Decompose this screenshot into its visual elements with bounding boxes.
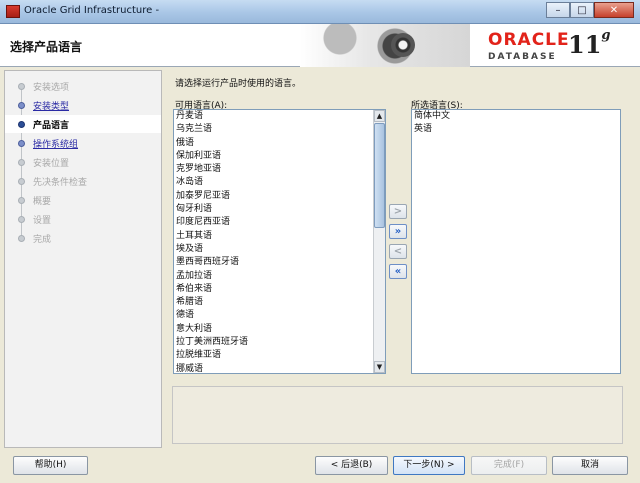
list-item[interactable]: 简体中文 xyxy=(412,110,620,123)
window-controls: – □ ✕ xyxy=(546,2,634,18)
list-item[interactable]: 乌克兰语 xyxy=(174,123,385,136)
step-finish: 完成 xyxy=(5,229,161,247)
step-node-icon xyxy=(18,82,25,90)
list-item[interactable]: 拉脱维亚语 xyxy=(174,349,385,362)
list-item[interactable]: 加泰罗尼亚语 xyxy=(174,190,385,203)
list-item[interactable]: 德语 xyxy=(174,309,385,322)
step-node-icon xyxy=(18,139,25,147)
main-content: 请选择运行产品时使用的语言。 可用语言(A): 所选语言(S): 丹麦语 乌克兰… xyxy=(165,70,636,448)
step-label[interactable]: 操作系统组 xyxy=(33,137,78,150)
step-node-icon xyxy=(18,215,25,223)
step-label[interactable]: 安装类型 xyxy=(33,99,69,112)
version-suffix: g xyxy=(601,28,611,43)
description-panel xyxy=(172,386,623,444)
step-os-groups[interactable]: 操作系统组 xyxy=(5,134,161,152)
oracle-app-icon xyxy=(6,5,20,18)
step-node-icon xyxy=(18,158,25,166)
cancel-button[interactable]: 取消 xyxy=(552,456,628,475)
back-button[interactable]: < 后退(B) xyxy=(315,456,388,475)
list-item[interactable]: 英语 xyxy=(412,123,620,136)
list-item[interactable]: 保加利亚语 xyxy=(174,150,385,163)
minimize-button[interactable]: – xyxy=(546,2,570,18)
list-item[interactable]: 俄语 xyxy=(174,137,385,150)
step-setup: 设置 xyxy=(5,210,161,228)
step-label: 产品语言 xyxy=(33,120,70,131)
available-languages-list[interactable]: 丹麦语 乌克兰语 俄语 保加利亚语 克罗地亚语 冰岛语 加泰罗尼亚语 匈牙利语 … xyxy=(173,109,386,374)
gears-graphic xyxy=(300,24,470,67)
scroll-down-icon[interactable]: ▼ xyxy=(374,361,385,373)
list-item[interactable]: 冰岛语 xyxy=(174,176,385,189)
step-prerequisite-checks: 先决条件检查 xyxy=(5,172,161,190)
step-label: 完成 xyxy=(33,234,52,245)
step-install-type[interactable]: 安装类型 xyxy=(5,96,161,114)
list-item[interactable]: 希腊语 xyxy=(174,296,385,309)
add-all-languages-button[interactable]: » xyxy=(389,224,407,239)
vertical-scrollbar[interactable]: ▲ ▼ xyxy=(373,110,385,373)
next-button[interactable]: 下一步(N) > xyxy=(393,456,465,475)
step-install-location: 安装位置 xyxy=(5,153,161,171)
step-label: 设置 xyxy=(33,215,52,226)
remove-language-button[interactable]: < xyxy=(389,244,407,259)
list-item[interactable]: 印度尼西亚语 xyxy=(174,216,385,229)
step-node-icon xyxy=(18,101,25,109)
step-node-icon xyxy=(18,120,25,128)
list-item[interactable]: 克罗地亚语 xyxy=(174,163,385,176)
maximize-button[interactable]: □ xyxy=(570,2,594,18)
list-item[interactable]: 希伯来语 xyxy=(174,283,385,296)
step-install-options: 安装选项 xyxy=(5,77,161,95)
help-button[interactable]: 帮助(H) xyxy=(13,456,88,475)
list-item[interactable]: 拉丁美洲西班牙语 xyxy=(174,336,385,349)
step-label: 安装位置 xyxy=(33,158,70,169)
oracle-logo: ORACLE xyxy=(488,30,570,50)
selected-languages-list[interactable]: 简体中文 英语 xyxy=(411,109,621,374)
title-bar: Oracle Grid Infrastructure - – □ ✕ xyxy=(0,0,640,24)
list-item[interactable]: 挪威语 xyxy=(174,363,385,373)
version-number: 11 xyxy=(568,30,602,59)
database-gear-icon xyxy=(391,33,415,57)
close-button[interactable]: ✕ xyxy=(594,2,634,18)
scroll-thumb[interactable] xyxy=(374,123,385,228)
list-item[interactable]: 意大利语 xyxy=(174,323,385,336)
step-label: 先决条件检查 xyxy=(33,177,88,188)
finish-button[interactable]: 完成(F) xyxy=(471,456,547,475)
add-language-button[interactable]: > xyxy=(389,204,407,219)
list-item[interactable]: 匈牙利语 xyxy=(174,203,385,216)
version-logo: 11g xyxy=(568,28,611,59)
step-label: 概要 xyxy=(33,196,52,207)
database-logo-text: DATABASE xyxy=(488,52,557,62)
list-item[interactable]: 丹麦语 xyxy=(174,110,385,123)
instruction-text: 请选择运行产品时使用的语言。 xyxy=(175,79,302,89)
page-title: 选择产品语言 xyxy=(10,40,83,54)
list-item[interactable]: 墨西哥西班牙语 xyxy=(174,256,385,269)
step-node-icon xyxy=(18,234,25,242)
steps-panel: 安装选项 安装类型 产品语言 操作系统组 安装位置 先决条件检查 概要 设置 完… xyxy=(4,70,162,448)
window-title: Oracle Grid Infrastructure - xyxy=(24,5,160,16)
step-summary: 概要 xyxy=(5,191,161,209)
list-item[interactable]: 埃及语 xyxy=(174,243,385,256)
step-label: 安装选项 xyxy=(33,82,70,93)
remove-all-languages-button[interactable]: « xyxy=(389,264,407,279)
list-item[interactable]: 孟加拉语 xyxy=(174,270,385,283)
list-item[interactable]: 土耳其语 xyxy=(174,230,385,243)
scroll-up-icon[interactable]: ▲ xyxy=(374,110,385,122)
step-node-icon xyxy=(18,196,25,204)
step-node-icon xyxy=(18,177,25,185)
step-product-language: 产品语言 xyxy=(5,115,161,133)
